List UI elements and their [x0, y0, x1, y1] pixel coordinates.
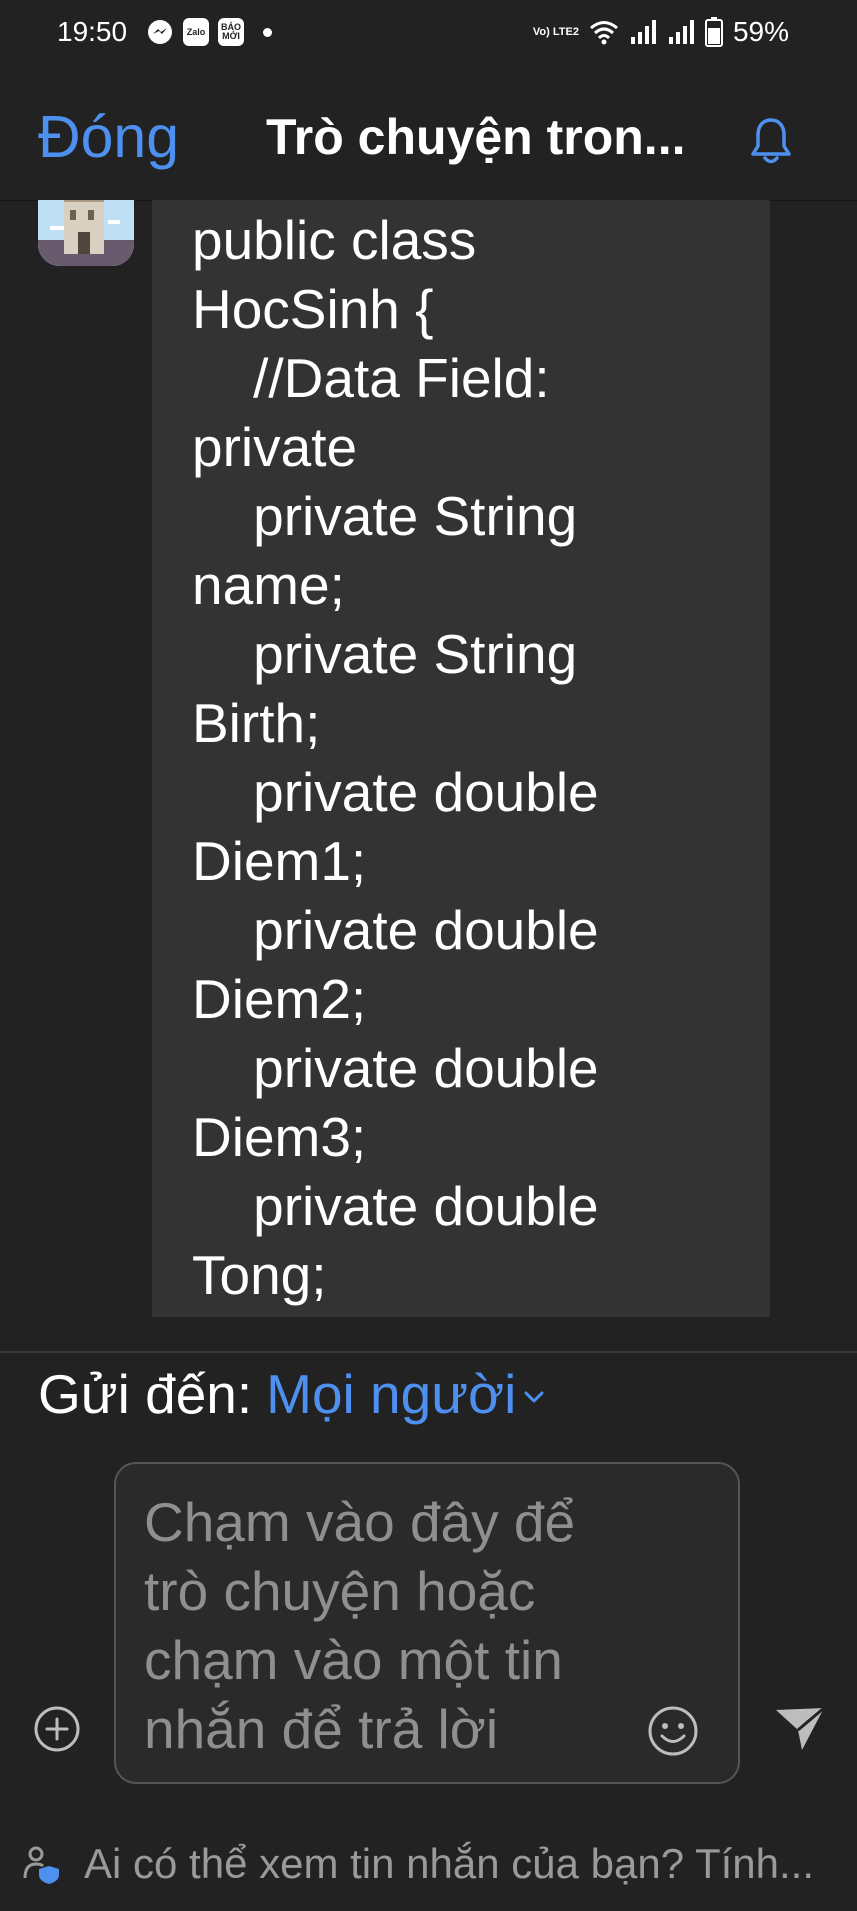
send-to-row: Gửi đến: Mọi người — [38, 1362, 548, 1426]
send-button[interactable] — [772, 1700, 828, 1756]
notification-icons: Zalo BÁO MỚI — [146, 18, 272, 46]
send-to-label: Gửi đến: — [38, 1363, 253, 1425]
message-line: private double — [192, 761, 599, 823]
message-text: public class HocSinh { //Data Field: pri… — [192, 206, 599, 1310]
more-notifications-dot — [263, 27, 272, 37]
message-list[interactable]: public class HocSinh { //Data Field: pri… — [0, 200, 857, 1350]
message-bubble[interactable]: public class HocSinh { //Data Field: pri… — [152, 200, 770, 1317]
add-attachment-button[interactable] — [32, 1704, 82, 1754]
wifi-icon — [589, 21, 618, 45]
messenger-icon — [148, 20, 172, 44]
avatar[interactable] — [38, 200, 134, 266]
message-line: HocSinh { — [192, 278, 434, 340]
message-line: Tong; — [192, 1244, 327, 1306]
message-line: public class — [192, 209, 477, 271]
message-line: private double — [192, 1175, 599, 1237]
recipient-selector[interactable]: Mọi người — [266, 1362, 516, 1426]
signal-icon-2 — [668, 20, 694, 44]
message-input[interactable]: Chạm vào đây để trò chuyện hoặc chạm vào… — [114, 1462, 740, 1784]
battery-percent: 59% — [732, 16, 789, 47]
message-line: private double — [192, 899, 599, 961]
message-line: Birth; — [192, 692, 321, 754]
privacy-shield-icon — [23, 1846, 59, 1884]
signal-icon-1 — [630, 20, 656, 44]
message-line: private String — [192, 623, 578, 685]
page-title: Trò chuyện tron... — [266, 109, 686, 165]
privacy-notice-text: Ai có thể xem tin nhắn của bạn? Tính... — [84, 1840, 815, 1887]
message-line: Diem2; — [192, 968, 367, 1030]
message-input-placeholder: Chạm vào đây để trò chuyện hoặc chạm vào… — [144, 1491, 576, 1760]
message-line: Diem1; — [192, 830, 367, 892]
emoji-button[interactable] — [646, 1704, 700, 1758]
battery-icon — [704, 17, 723, 47]
zalo-icon: Zalo — [183, 18, 209, 46]
message-line: //Data Field: — [192, 347, 550, 409]
divider — [0, 1351, 857, 1353]
clock: 19:50 — [57, 16, 128, 47]
baomoi-icon: BÁO MỚI — [218, 18, 244, 46]
message-line: Diem3; — [192, 1106, 367, 1168]
bell-icon[interactable] — [742, 112, 800, 170]
message-line: private String — [192, 485, 578, 547]
message-line: private — [192, 416, 358, 478]
message-line: name; — [192, 554, 345, 616]
close-button[interactable]: Đóng — [38, 103, 179, 171]
message-line: private double — [192, 1037, 599, 1099]
privacy-notice[interactable]: Ai có thể xem tin nhắn của bạn? Tính... — [22, 1840, 842, 1888]
system-icons: Vo) LTE2 59% — [533, 16, 789, 48]
chevron-down-icon[interactable] — [520, 1383, 548, 1411]
chat-header: Đóng Trò chuyện tron... — [0, 68, 857, 201]
volte-label: Vo) LTE2 — [532, 25, 579, 38]
status-bar: 19:50 Zalo BÁO MỚI Vo) LTE2 59% — [0, 0, 857, 68]
